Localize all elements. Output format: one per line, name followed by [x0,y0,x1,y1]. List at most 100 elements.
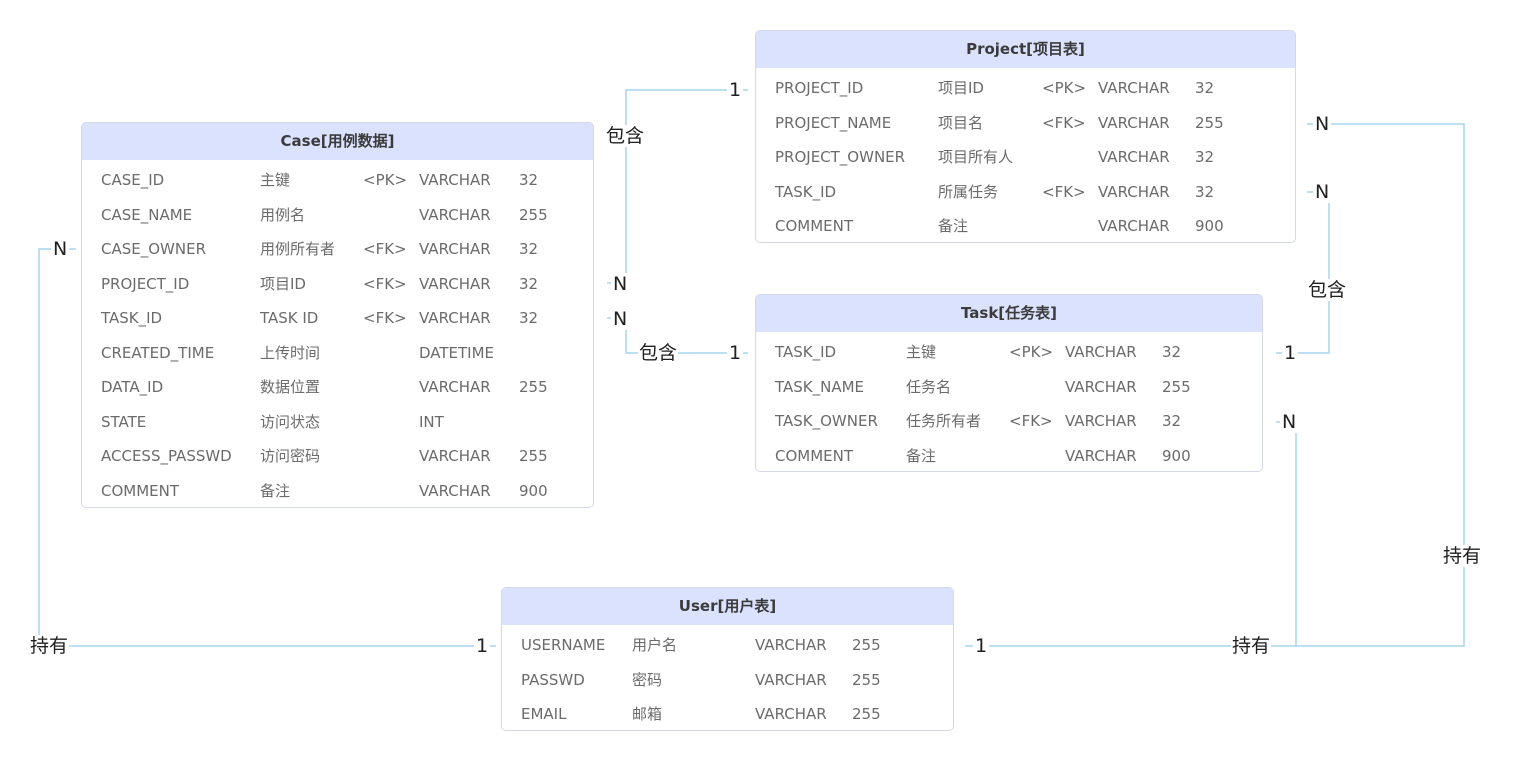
field-name: CASE_OWNER [101,240,206,258]
field-comment: 所属任务 [938,182,999,201]
line-case-project [607,89,748,284]
entity-project-field-row: TASK_ID 所属任务 <FK> VARCHAR 32 [756,175,1295,210]
entity-project-title: Project[项目表] [756,31,1295,68]
entity-user-field-row: EMAIL 邮箱 VARCHAR 255 [502,697,953,730]
field-length [519,405,579,440]
field-length: 900 [1195,217,1224,235]
field-key [1042,140,1098,175]
entity-user-field-row: PASSWD 密码 VARCHAR 255 [502,663,953,698]
relation-label-user-case: 持有 [29,635,70,657]
field-comment: 用户名 [632,636,678,654]
field-length: 900 [1162,446,1191,465]
field-name: PROJECT_ID [775,79,864,97]
field-length: 255 [519,447,548,465]
field-name: PROJECT_NAME [775,113,892,132]
field-type: VARCHAR [419,240,491,258]
field-type: VARCHAR [419,378,491,396]
field-comment: 项目ID [260,274,306,293]
field-length: 32 [1162,343,1182,361]
field-comment: 任务名 [906,377,952,396]
entity-task-title: Task[任务表] [756,295,1262,332]
cardinality-user-project-n: N [1313,113,1332,135]
entity-project-field-row: PROJECT_OWNER 项目所有人 VARCHAR 32 [756,140,1295,175]
field-name: STATE [101,412,147,431]
cardinality-user-task-n: N [1280,411,1299,433]
cardinality-case-task-n: N [611,308,630,330]
field-key: <PK> [1009,343,1054,361]
cardinality-user-case-n: N [51,238,70,260]
field-type: DATETIME [419,343,495,362]
field-comment: 项目名 [938,113,984,132]
field-length: 255 [852,636,881,654]
field-type: VARCHAR [419,309,491,327]
field-key: <FK> [1009,412,1053,430]
entity-case-field-row: CASE_OWNER 用例所有者 <FK> VARCHAR 32 [82,232,593,267]
field-type: VARCHAR [1098,182,1170,201]
cardinality-user-task-1: 1 [973,635,990,657]
entity-task[interactable]: Task[任务表] TASK_ID 主键 <PK> VARCHAR 32 TASK_NAM… [755,294,1263,472]
field-name: COMMENT [775,446,854,465]
entity-case-field-row: CREATED_TIME 上传时间 DATETIME [82,336,593,371]
field-comment: 项目ID [938,79,984,97]
field-name: TASK_ID [101,309,163,327]
field-length: 32 [519,240,539,258]
field-name: COMMENT [775,217,854,235]
field-name: TASK_ID [775,182,837,201]
field-key [1009,439,1065,472]
entity-task-field-row: TASK_NAME 任务名 VARCHAR 255 [756,370,1262,405]
field-key [1042,209,1098,242]
relation-label-user-project: 持有 [1442,545,1483,567]
field-name: COMMENT [101,481,180,500]
entity-case-field-row: TASK_ID TASK ID <FK> VARCHAR 32 [82,301,593,336]
field-length: 32 [519,171,539,189]
field-comment: 邮箱 [632,705,663,723]
relation-label-case-project: 包含 [605,125,646,147]
field-type: VARCHAR [755,705,827,723]
field-comment: 主键 [906,343,937,361]
entity-case-field-row: DATA_ID 数据位置 VARCHAR 255 [82,370,593,405]
field-length: 900 [519,481,548,500]
field-length: 32 [519,274,539,293]
field-name: EMAIL [521,705,567,723]
field-comment: 数据位置 [260,378,321,396]
entity-project-field-row: PROJECT_ID 项目ID <PK> VARCHAR 32 [756,71,1295,106]
field-type: VARCHAR [419,171,491,189]
field-length: 32 [1195,148,1215,166]
field-name: TASK_NAME [775,377,865,396]
entity-task-fields: TASK_ID 主键 <PK> VARCHAR 32 TASK_NAME 任务名 VARCHA… [756,332,1262,472]
entity-project[interactable]: Project[项目表] PROJECT_ID 项目ID <PK> VARCHAR 32… [755,30,1296,243]
er-diagram: Case[用例数据] CASE_ID 主键 <PK> VARCHAR 32 CASE_NA… [0,0,1514,760]
cardinality-case-project-n: N [611,273,630,295]
field-comment: 用例所有者 [260,240,336,258]
field-key [363,474,419,508]
cardinality-project-task-1: 1 [1282,342,1299,364]
field-name: CASE_ID [101,171,165,189]
entity-project-field-row: COMMENT 备注 VARCHAR 900 [756,209,1295,242]
field-key [363,336,419,371]
field-type: VARCHAR [419,274,491,293]
field-key [363,405,419,440]
field-type: INT [419,412,444,431]
entity-case-field-row: ACCESS_PASSWD 访问密码 VARCHAR 255 [82,439,593,474]
field-name: CREATED_TIME [101,343,215,362]
field-type: VARCHAR [419,447,491,465]
entity-case-field-row: STATE 访问状态 INT [82,405,593,440]
entity-user[interactable]: User[用户表] USERNAME 用户名 VARCHAR 255 PASSWD 密码 V… [501,587,954,731]
relation-label-case-task: 包含 [638,342,679,364]
field-key: <PK> [1042,79,1087,97]
field-length: 32 [1195,79,1215,97]
field-type: VARCHAR [1065,412,1137,430]
field-length [519,336,579,371]
field-length: 255 [852,670,881,689]
entity-case-field-row: CASE_ID 主键 <PK> VARCHAR 32 [82,163,593,198]
field-key [363,439,419,474]
field-name: USERNAME [521,636,606,654]
relation-label-project-task: 包含 [1307,279,1348,301]
field-comment: TASK ID [260,309,319,327]
field-name: DATA_ID [101,378,164,396]
entity-case[interactable]: Case[用例数据] CASE_ID 主键 <PK> VARCHAR 32 CASE_NA… [81,122,594,508]
field-type: VARCHAR [1098,113,1170,132]
field-key: <FK> [363,240,407,258]
entity-case-title: Case[用例数据] [82,123,593,160]
field-key: <FK> [363,309,407,327]
